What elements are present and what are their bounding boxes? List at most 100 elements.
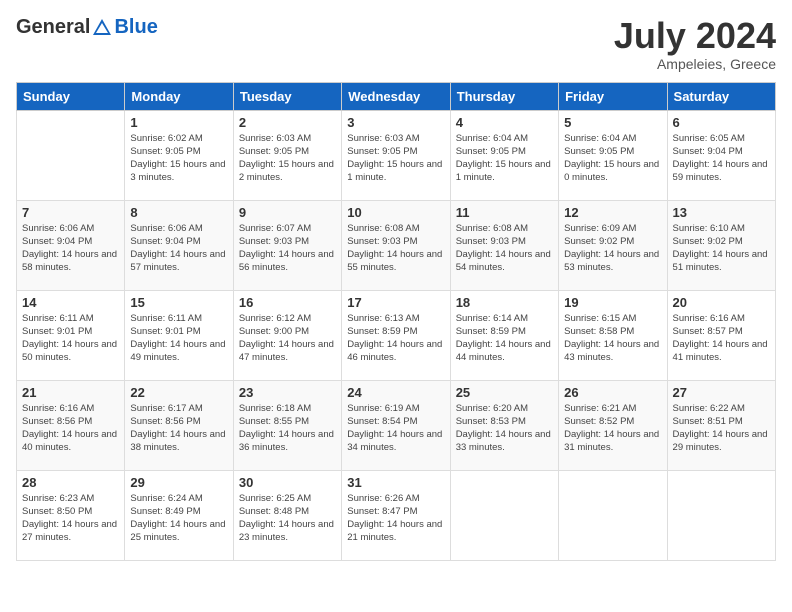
day-info: Sunrise: 6:12 AMSunset: 9:00 PMDaylight:…: [239, 312, 336, 365]
day-info: Sunrise: 6:04 AMSunset: 9:05 PMDaylight:…: [456, 132, 553, 185]
calendar-cell: 21 Sunrise: 6:16 AMSunset: 8:56 PMDayligh…: [17, 380, 125, 470]
day-number: 8: [130, 205, 227, 220]
logo-blue-text: Blue: [114, 16, 157, 39]
location: Ampeleies, Greece: [614, 56, 776, 72]
day-info: Sunrise: 6:06 AMSunset: 9:04 PMDaylight:…: [22, 222, 119, 275]
calendar-cell: [667, 470, 775, 560]
day-info: Sunrise: 6:21 AMSunset: 8:52 PMDaylight:…: [564, 402, 661, 455]
day-info: Sunrise: 6:04 AMSunset: 9:05 PMDaylight:…: [564, 132, 661, 185]
calendar-cell: [559, 470, 667, 560]
calendar-cell: 9 Sunrise: 6:07 AMSunset: 9:03 PMDaylight…: [233, 200, 341, 290]
day-info: Sunrise: 6:05 AMSunset: 9:04 PMDaylight:…: [673, 132, 770, 185]
calendar-cell: [17, 110, 125, 200]
day-number: 5: [564, 115, 661, 130]
day-info: Sunrise: 6:16 AMSunset: 8:56 PMDaylight:…: [22, 402, 119, 455]
day-number: 6: [673, 115, 770, 130]
calendar-header-row: SundayMondayTuesdayWednesdayThursdayFrid…: [17, 82, 776, 110]
day-info: Sunrise: 6:16 AMSunset: 8:57 PMDaylight:…: [673, 312, 770, 365]
calendar-cell: 2 Sunrise: 6:03 AMSunset: 9:05 PMDaylight…: [233, 110, 341, 200]
day-info: Sunrise: 6:24 AMSunset: 8:49 PMDaylight:…: [130, 492, 227, 545]
day-number: 25: [456, 385, 553, 400]
day-number: 12: [564, 205, 661, 220]
calendar-cell: 3Sunrise: 6:03 AMSunset: 9:05 PMDaylight…: [342, 110, 450, 200]
calendar-cell: 27 Sunrise: 6:22 AMSunset: 8:51 PMDayligh…: [667, 380, 775, 470]
day-info: Sunrise: 6:20 AMSunset: 8:53 PMDaylight:…: [456, 402, 553, 455]
calendar-cell: 18 Sunrise: 6:14 AMSunset: 8:59 PMDayligh…: [450, 290, 558, 380]
logo: General Blue: [16, 16, 158, 39]
calendar-week-row: 14 Sunrise: 6:11 AMSunset: 9:01 PMDayligh…: [17, 290, 776, 380]
calendar-table: SundayMondayTuesdayWednesdayThursdayFrid…: [16, 82, 776, 561]
day-info: Sunrise: 6:09 AMSunset: 9:02 PMDaylight:…: [564, 222, 661, 275]
day-number: 13: [673, 205, 770, 220]
day-number: 14: [22, 295, 119, 310]
day-info: Sunrise: 6:15 AMSunset: 8:58 PMDaylight:…: [564, 312, 661, 365]
calendar-cell: 19Sunrise: 6:15 AMSunset: 8:58 PMDayligh…: [559, 290, 667, 380]
day-number: 3: [347, 115, 444, 130]
calendar-cell: 1 Sunrise: 6:02 AMSunset: 9:05 PMDaylight…: [125, 110, 233, 200]
calendar-cell: 25 Sunrise: 6:20 AMSunset: 8:53 PMDayligh…: [450, 380, 558, 470]
day-number: 29: [130, 475, 227, 490]
calendar-cell: 12 Sunrise: 6:09 AMSunset: 9:02 PMDayligh…: [559, 200, 667, 290]
weekday-header: Thursday: [450, 82, 558, 110]
calendar-cell: 6 Sunrise: 6:05 AMSunset: 9:04 PMDaylight…: [667, 110, 775, 200]
day-info: Sunrise: 6:11 AMSunset: 9:01 PMDaylight:…: [130, 312, 227, 365]
day-info: Sunrise: 6:19 AMSunset: 8:54 PMDaylight:…: [347, 402, 444, 455]
weekday-header: Friday: [559, 82, 667, 110]
day-number: 30: [239, 475, 336, 490]
calendar-cell: 29 Sunrise: 6:24 AMSunset: 8:49 PMDayligh…: [125, 470, 233, 560]
page-header: General Blue July 2024 Ampeleies, Greece: [16, 16, 776, 72]
day-info: Sunrise: 6:13 AMSunset: 8:59 PMDaylight:…: [347, 312, 444, 365]
calendar-cell: 15 Sunrise: 6:11 AMSunset: 9:01 PMDayligh…: [125, 290, 233, 380]
calendar-week-row: 7Sunrise: 6:06 AMSunset: 9:04 PMDaylight…: [17, 200, 776, 290]
weekday-header: Saturday: [667, 82, 775, 110]
day-number: 17: [347, 295, 444, 310]
title-block: July 2024 Ampeleies, Greece: [614, 16, 776, 72]
calendar-cell: [450, 470, 558, 560]
day-info: Sunrise: 6:03 AMSunset: 9:05 PMDaylight:…: [239, 132, 336, 185]
day-info: Sunrise: 6:02 AMSunset: 9:05 PMDaylight:…: [130, 132, 227, 185]
day-info: Sunrise: 6:07 AMSunset: 9:03 PMDaylight:…: [239, 222, 336, 275]
day-info: Sunrise: 6:08 AMSunset: 9:03 PMDaylight:…: [347, 222, 444, 275]
calendar-cell: 10 Sunrise: 6:08 AMSunset: 9:03 PMDayligh…: [342, 200, 450, 290]
logo-general-text: General: [16, 16, 90, 39]
calendar-cell: 31Sunrise: 6:26 AMSunset: 8:47 PMDayligh…: [342, 470, 450, 560]
day-number: 11: [456, 205, 553, 220]
calendar-cell: 23Sunrise: 6:18 AMSunset: 8:55 PMDayligh…: [233, 380, 341, 470]
day-number: 1: [130, 115, 227, 130]
calendar-week-row: 21 Sunrise: 6:16 AMSunset: 8:56 PMDayligh…: [17, 380, 776, 470]
calendar-cell: 14Sunrise: 6:11 AMSunset: 9:01 PMDayligh…: [17, 290, 125, 380]
calendar-week-row: 1 Sunrise: 6:02 AMSunset: 9:05 PMDaylight…: [17, 110, 776, 200]
day-number: 10: [347, 205, 444, 220]
calendar-cell: 13 Sunrise: 6:10 AMSunset: 9:02 PMDayligh…: [667, 200, 775, 290]
calendar-week-row: 28Sunrise: 6:23 AMSunset: 8:50 PMDayligh…: [17, 470, 776, 560]
day-number: 15: [130, 295, 227, 310]
day-number: 26: [564, 385, 661, 400]
day-number: 22: [130, 385, 227, 400]
calendar-cell: 22 Sunrise: 6:17 AMSunset: 8:56 PMDayligh…: [125, 380, 233, 470]
day-number: 9: [239, 205, 336, 220]
day-number: 18: [456, 295, 553, 310]
day-number: 21: [22, 385, 119, 400]
weekday-header: Monday: [125, 82, 233, 110]
weekday-header: Tuesday: [233, 82, 341, 110]
day-info: Sunrise: 6:14 AMSunset: 8:59 PMDaylight:…: [456, 312, 553, 365]
day-number: 20: [673, 295, 770, 310]
day-number: 24: [347, 385, 444, 400]
calendar-cell: 24 Sunrise: 6:19 AMSunset: 8:54 PMDayligh…: [342, 380, 450, 470]
calendar-cell: 11 Sunrise: 6:08 AMSunset: 9:03 PMDayligh…: [450, 200, 558, 290]
calendar-cell: 5 Sunrise: 6:04 AMSunset: 9:05 PMDaylight…: [559, 110, 667, 200]
day-number: 27: [673, 385, 770, 400]
day-info: Sunrise: 6:10 AMSunset: 9:02 PMDaylight:…: [673, 222, 770, 275]
day-info: Sunrise: 6:17 AMSunset: 8:56 PMDaylight:…: [130, 402, 227, 455]
calendar-cell: 7Sunrise: 6:06 AMSunset: 9:04 PMDaylight…: [17, 200, 125, 290]
calendar-cell: 17 Sunrise: 6:13 AMSunset: 8:59 PMDayligh…: [342, 290, 450, 380]
day-info: Sunrise: 6:22 AMSunset: 8:51 PMDaylight:…: [673, 402, 770, 455]
day-number: 2: [239, 115, 336, 130]
day-number: 16: [239, 295, 336, 310]
day-info: Sunrise: 6:08 AMSunset: 9:03 PMDaylight:…: [456, 222, 553, 275]
calendar-cell: 28Sunrise: 6:23 AMSunset: 8:50 PMDayligh…: [17, 470, 125, 560]
day-info: Sunrise: 6:26 AMSunset: 8:47 PMDaylight:…: [347, 492, 444, 545]
calendar-cell: 20 Sunrise: 6:16 AMSunset: 8:57 PMDayligh…: [667, 290, 775, 380]
logo-icon: [91, 17, 113, 39]
calendar-cell: 30Sunrise: 6:25 AMSunset: 8:48 PMDayligh…: [233, 470, 341, 560]
